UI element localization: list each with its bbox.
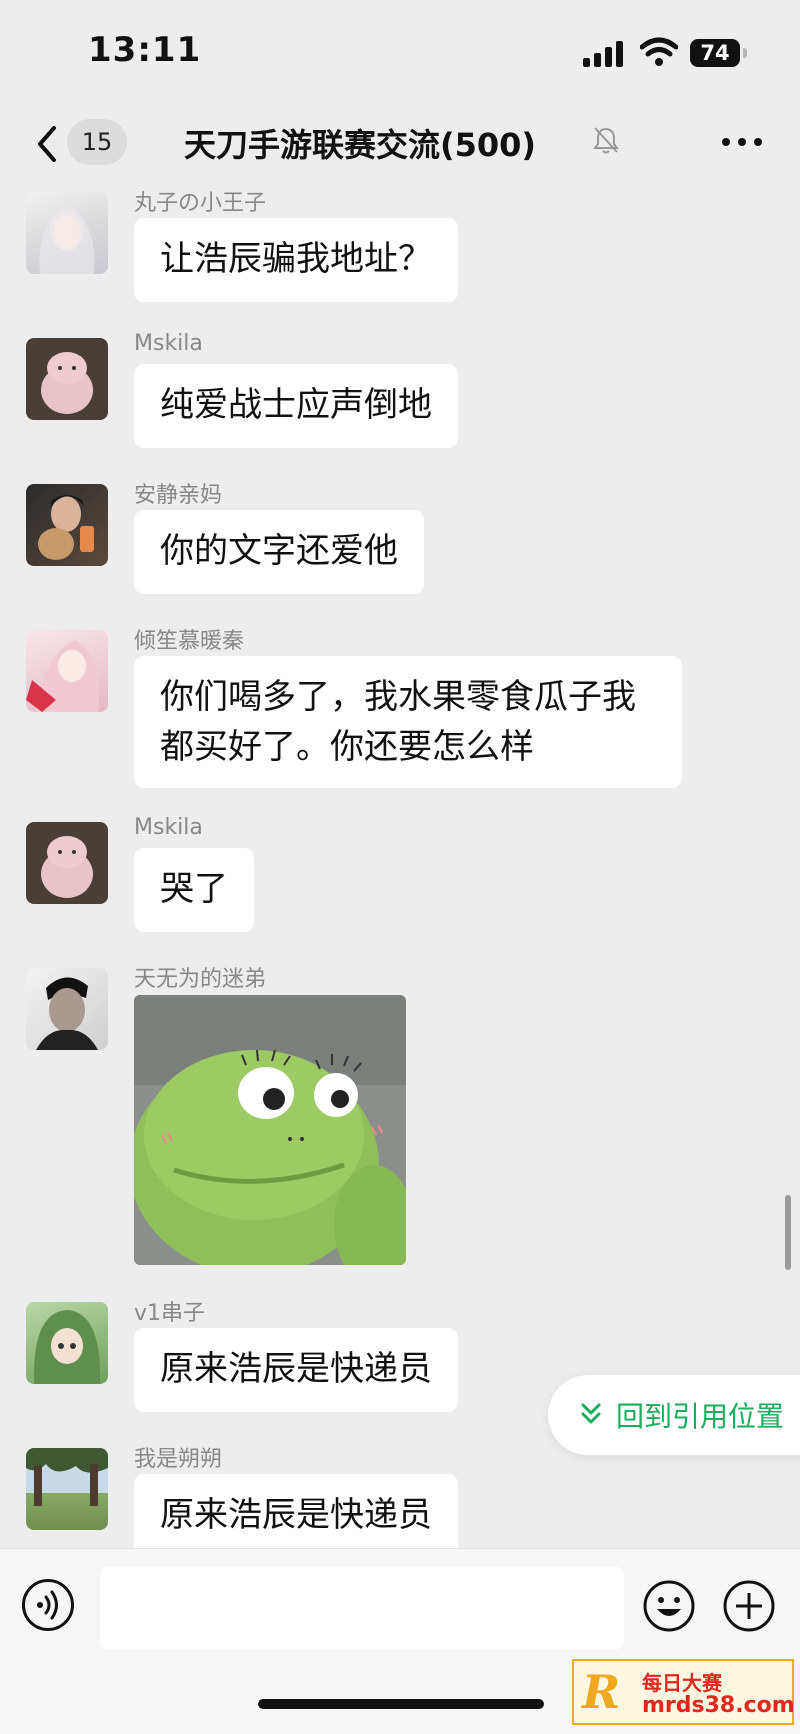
double-chevron-down-icon xyxy=(581,1403,601,1424)
wifi-icon xyxy=(640,37,678,66)
sender-name: Mskila xyxy=(134,331,203,356)
sender-name: 天无为的迷弟 xyxy=(134,967,267,992)
scrollbar[interactable] xyxy=(785,1195,791,1270)
sender-name: Mskila xyxy=(134,815,203,840)
message-input[interactable] xyxy=(100,1567,624,1649)
emoji-icon[interactable] xyxy=(642,1579,696,1633)
avatar[interactable] xyxy=(26,484,108,566)
home-indicator xyxy=(258,1699,544,1709)
watermark-brand: 每日大赛 xyxy=(642,1671,722,1695)
unread-count-badge[interactable]: 15 xyxy=(67,119,127,165)
message-line: 都买好了。你还要怎么样 xyxy=(160,727,534,767)
message-bubble[interactable]: 你的文字还爱他 xyxy=(134,510,424,594)
message-bubble[interactable]: 原来浩辰是快递员 xyxy=(134,1474,458,1558)
avatar[interactable] xyxy=(26,630,108,712)
jump-to-quote-label: 回到引用位置 xyxy=(616,1400,785,1433)
more-options-icon[interactable] xyxy=(722,138,764,148)
battery-indicator: 74 xyxy=(690,39,740,67)
cellular-signal-icon xyxy=(583,41,627,67)
back-chevron-icon[interactable] xyxy=(30,124,64,164)
sender-name: 倾笙慕暖秦 xyxy=(134,629,245,654)
avatar[interactable] xyxy=(26,1302,108,1384)
plus-icon[interactable] xyxy=(722,1579,776,1633)
chat-title: 天刀手游联赛交流(500) xyxy=(183,126,537,164)
battery-tip xyxy=(743,48,747,58)
message-bubble[interactable]: 纯爱战士应声倒地 xyxy=(134,364,458,448)
watermark-r-icon: R xyxy=(582,1665,621,1719)
sender-name: v1串子 xyxy=(134,1301,206,1326)
sender-name: 丸子の小王子 xyxy=(134,191,267,216)
frog-sticker-image[interactable] xyxy=(134,995,406,1265)
status-time: 13:11 xyxy=(88,30,202,70)
avatar[interactable] xyxy=(26,192,108,274)
avatar[interactable] xyxy=(26,338,108,420)
sender-name: 我是朔朔 xyxy=(134,1447,223,1472)
message-bubble[interactable]: 哭了 xyxy=(134,848,254,932)
status-bar: 13:11 74 xyxy=(0,0,800,100)
message-line: 你们喝多了，我水果零食瓜子我 xyxy=(160,677,636,717)
avatar[interactable] xyxy=(26,968,108,1050)
mute-bell-icon xyxy=(593,127,619,154)
message-bubble[interactable]: 原来浩辰是快递员 xyxy=(134,1328,458,1412)
jump-to-quote-button[interactable]: 回到引用位置 xyxy=(548,1375,800,1455)
watermark-url: mrds38.com xyxy=(642,1693,795,1718)
voice-input-button[interactable] xyxy=(22,1579,74,1631)
watermark-logo: R 每日大赛 mrds38.com xyxy=(572,1659,795,1725)
sender-name: 安静亲妈 xyxy=(134,483,223,508)
avatar[interactable] xyxy=(26,1448,108,1530)
message-bubble[interactable]: 你们喝多了，我水果零食瓜子我 都买好了。你还要怎么样 xyxy=(134,656,682,788)
voice-icon xyxy=(37,1590,58,1620)
avatar[interactable] xyxy=(26,822,108,904)
message-bubble[interactable]: 让浩辰骗我地址？ xyxy=(134,218,458,302)
